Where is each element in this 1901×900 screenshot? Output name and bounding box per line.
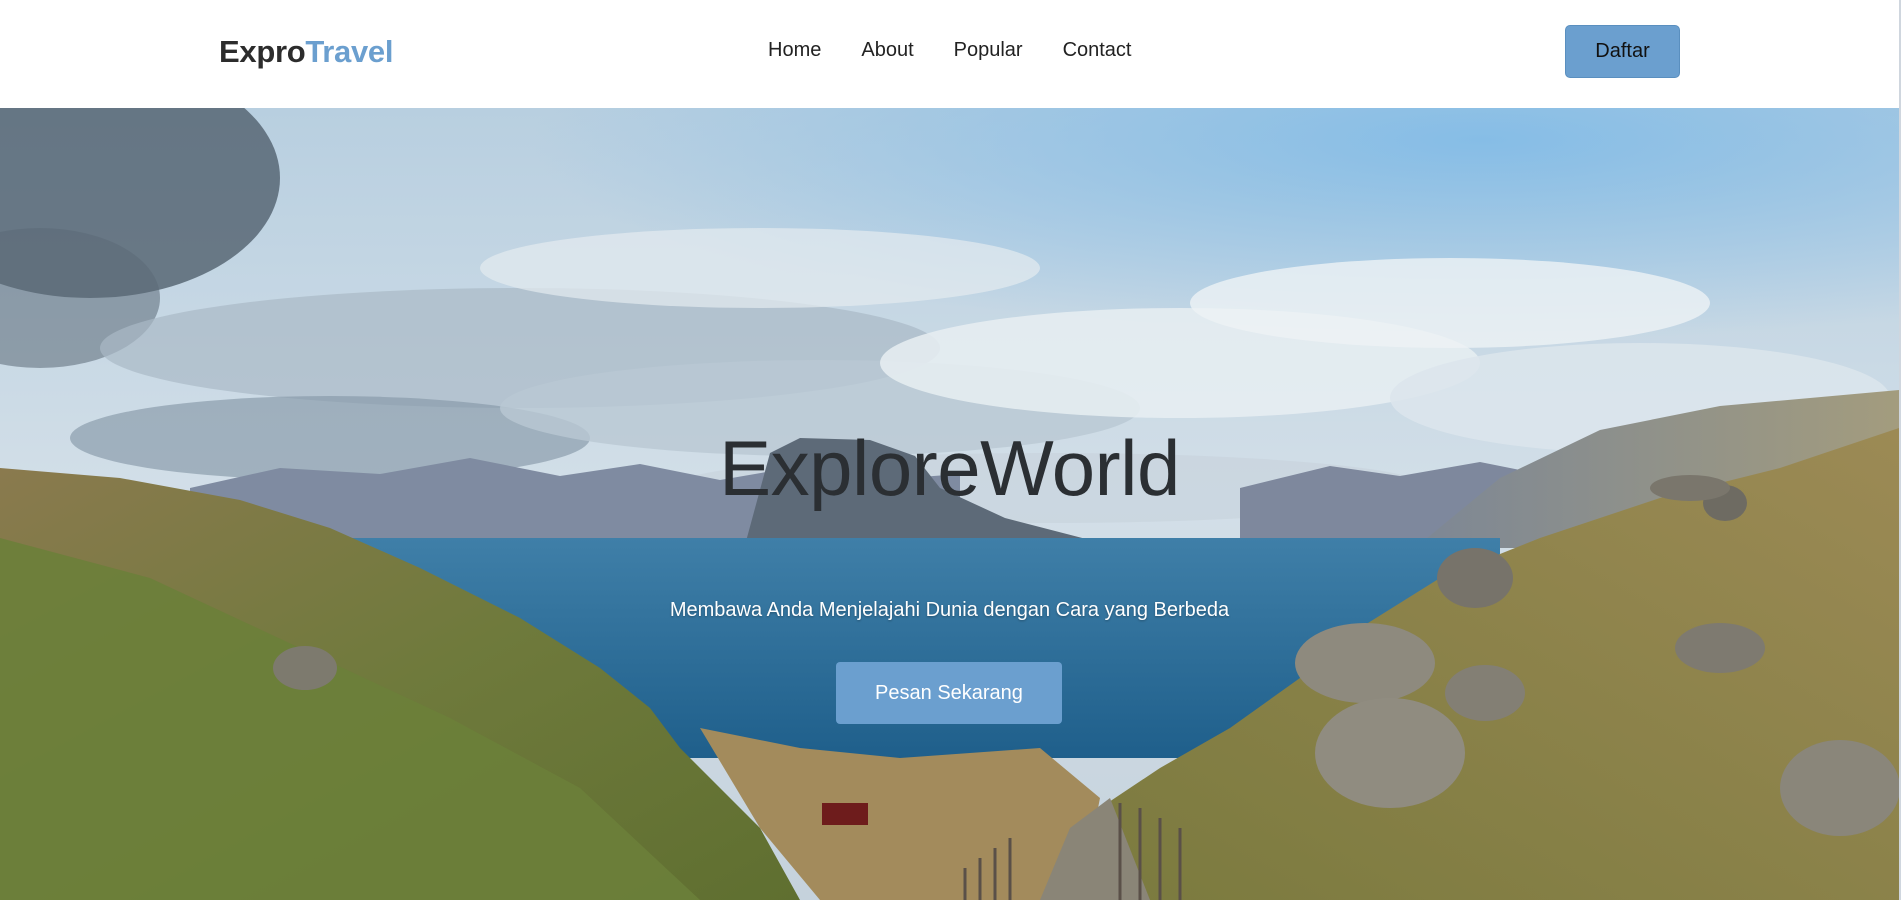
brand-logo[interactable]: ExproTravel (219, 34, 393, 70)
brand-name-primary: Expro (219, 34, 306, 69)
nav-link-about[interactable]: About (861, 38, 913, 62)
brand-name-accent: Travel (305, 34, 394, 69)
nav-link-popular[interactable]: Popular (954, 38, 1023, 62)
hero-title: ExploreWorld (719, 424, 1180, 512)
main-nav: Home About Popular Contact (768, 38, 1132, 62)
navbar: ExproTravel Home About Popular Contact D… (0, 0, 1901, 108)
hero-subtitle: Membawa Anda Menjelajahi Dunia dengan Ca… (669, 599, 1230, 621)
hero-section: ExploreWorld Membawa Anda Menjelajahi Du… (0, 108, 1899, 900)
register-button[interactable]: Daftar (1565, 25, 1680, 78)
nav-link-home[interactable]: Home (768, 38, 821, 62)
nav-link-contact[interactable]: Contact (1063, 38, 1132, 62)
book-now-button[interactable]: Pesan Sekarang (836, 662, 1062, 724)
